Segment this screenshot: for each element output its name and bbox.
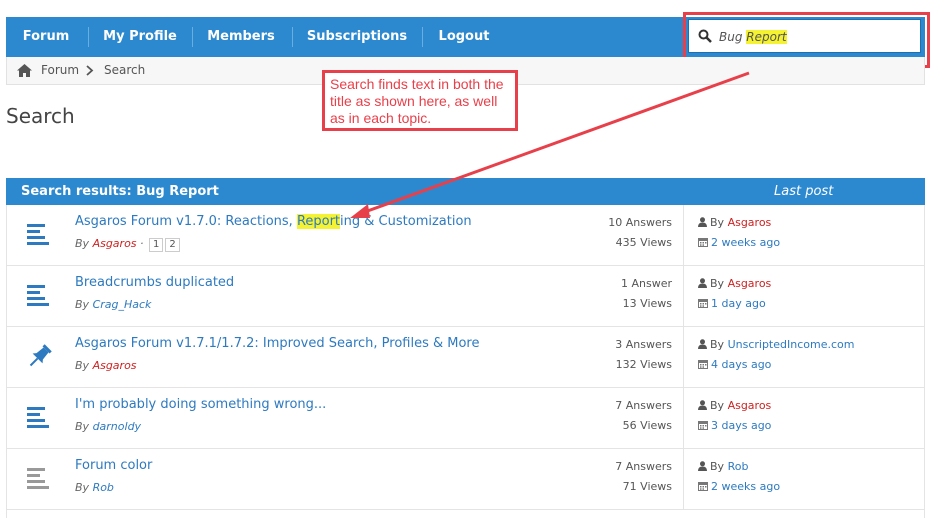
annotation-arrow — [350, 71, 750, 218]
